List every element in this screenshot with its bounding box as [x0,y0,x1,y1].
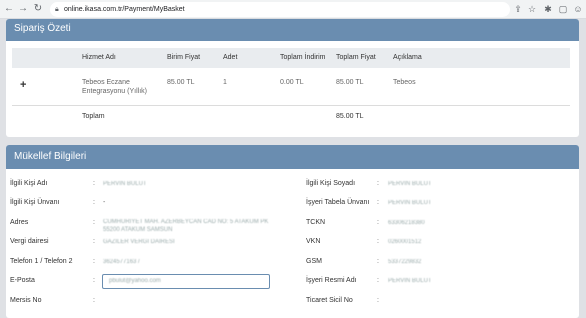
description: Tebeos [393,79,416,86]
contact-title-label: İlgili Kişi Ünvanı [10,199,60,206]
contact-title-value: - [103,199,106,206]
extensions-icon[interactable]: ✱ [542,3,554,15]
vkn-value: 0260001512 [388,239,422,245]
address-bar-url: online.ikasa.com.tr/Payment/MyBasket [64,6,185,13]
separator: : [93,258,95,265]
column-header: Açıklama [393,54,422,61]
address-bar[interactable]: 🔒︎ online.ikasa.com.tr/Payment/MyBasket [50,2,510,17]
column-header: Birim Fiyat [167,54,201,61]
gsm-label: GSM [306,258,322,265]
phone-label: Telefon 1 / Telefon 2 [10,258,73,265]
table-header: Hizmet Adı Birim Fiyat Adet Toplam İndir… [12,48,570,68]
email-field[interactable]: pbulut@yahoo.com [102,274,270,289]
table-row: + Tebeos Eczane Entegrasyonu (Yıllık) 85… [12,68,570,106]
separator: : [377,277,379,284]
tckn-label: TCKN [306,219,326,226]
browser-toolbar: ← → ↻ 🔒︎ online.ikasa.com.tr/Payment/MyB… [0,0,586,19]
email-field-value: pbulut@yahoo.com [109,278,161,284]
tax-office-value: GAZILER VERGI DAIRESI [103,239,175,245]
column-header: Toplam Fiyat [336,54,376,61]
separator: : [377,297,379,304]
total-price: 85.00 TL [336,79,364,86]
separator: : [377,258,379,265]
total-discount: 0.00 TL [280,79,304,86]
separator: : [377,199,379,206]
lock-icon: 🔒︎ [55,6,59,13]
phone-value: 3624577163 / [103,259,140,265]
quantity: 1 [223,79,227,86]
order-summary-title: Sipariş Özeti [6,19,579,41]
separator: : [93,297,95,304]
separator: : [377,219,379,226]
unit-price: 85.00 TL [167,79,195,86]
column-header: Adet [223,54,238,61]
signboard-title-value: PERVIN BULUT [388,200,432,206]
signboard-title-label: İşyeri Tabela Ünvanı [306,199,370,206]
back-icon[interactable]: ← [3,3,15,15]
taxpayer-info-title: Mükellef Bilgileri [6,145,579,169]
table-footer: Toplam 85.00 TL [12,106,570,126]
contact-last-name-label: İlgili Kişi Soyadı [306,180,356,187]
bookmark-star-icon[interactable]: ☆ [526,3,538,15]
separator: : [93,238,95,245]
reload-icon[interactable]: ↻ [32,3,44,15]
separator: : [93,219,95,226]
column-header: Toplam İndirim [280,54,326,61]
forward-icon[interactable]: → [17,3,29,15]
service-name-line2: Entegrasyonu (Yıllık) [82,88,147,95]
trade-registry-no-label: Ticaret Sicil No [306,297,353,304]
mersis-no-label: Mersis No [10,297,42,304]
order-summary-card: Sipariş Özeti Hizmet Adı Birim Fiyat Ade… [6,19,579,137]
expand-row-icon[interactable]: + [20,79,26,91]
contact-last-name-value: PERVIN BULUT [388,181,432,187]
address-label: Adres [10,219,29,226]
grand-total: 85.00 TL [336,113,364,120]
side-panel-icon[interactable]: ▢ [557,3,569,15]
separator: : [93,277,95,284]
separator: : [93,180,95,187]
page-content: Sipariş Özeti Hizmet Adı Birim Fiyat Ade… [0,19,586,318]
contact-first-name-label: İlgili Kişi Adı [10,180,48,187]
contact-first-name-value: PERVIN BULUT [103,181,147,187]
tckn-value: 63306218380 [388,220,425,226]
total-label: Toplam [82,113,105,120]
gsm-value: 5337229832 [388,259,422,265]
service-name-line1: Tebeos Eczane [82,79,130,86]
official-business-name-value: PERVIN BULUT [388,278,432,284]
official-business-name-label: İşyeri Resmi Adı [306,277,357,284]
separator: : [377,180,379,187]
separator: : [93,199,95,206]
taxpayer-info-card: Mükellef Bilgileri İlgili Kişi Adı : PER… [6,145,579,318]
separator: : [377,238,379,245]
address-value: CUMHURIYET MAH. AZERBEYCAN CAD NO: 5 ATA… [103,219,269,233]
tax-office-label: Vergi dairesi [10,238,49,245]
column-header: Hizmet Adı [82,54,116,61]
share-icon[interactable]: ⇪ [512,3,524,15]
profile-icon[interactable]: ☺ [572,3,584,15]
email-label: E-Posta [10,277,35,284]
vkn-label: VKN [306,238,321,245]
